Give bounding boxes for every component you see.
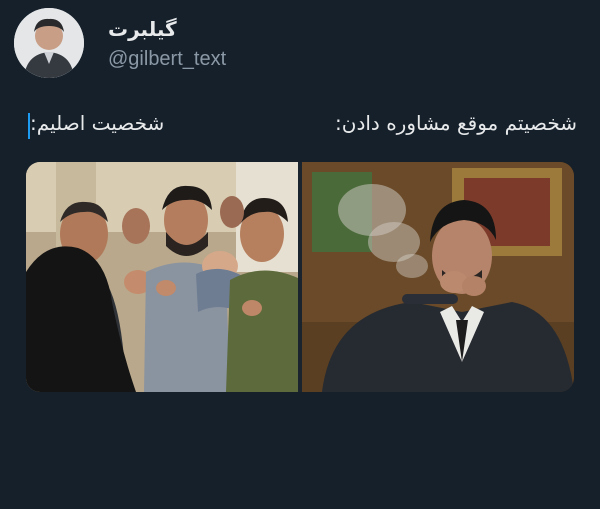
image-calm-smoker[interactable] <box>302 162 574 392</box>
avatar[interactable] <box>14 8 84 78</box>
user-handle[interactable]: @gilbert_text <box>108 48 226 71</box>
crowd-scene-illustration <box>26 162 298 392</box>
image-chaotic-crowd[interactable] <box>26 162 298 392</box>
calm-man-illustration <box>302 162 574 392</box>
tweet-media[interactable] <box>26 162 574 392</box>
avatar-photo <box>14 8 84 78</box>
display-name[interactable]: گیلبرت <box>108 17 177 41</box>
tweet-text: شخصیتم موقع مشاوره دادن: شخصیت اصلیم: <box>20 111 580 141</box>
caption-advice-personality: شخصیتم موقع مشاوره دادن: <box>335 111 577 135</box>
caption-real-personality: شخصیت اصلیم: <box>30 111 165 135</box>
tweet-header: گیلبرت @gilbert_text <box>14 8 586 82</box>
text-cursor <box>28 113 30 139</box>
